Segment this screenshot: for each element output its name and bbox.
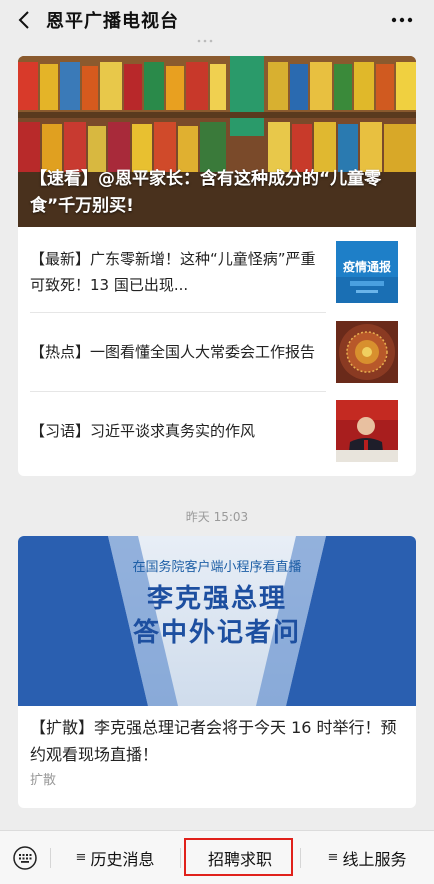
message-timestamp: 昨天 15:03 bbox=[185, 510, 249, 524]
article-item-title: 【热点】一图看懂全国人大常委会工作报告 bbox=[30, 343, 316, 361]
speaker-photo-thumbnail bbox=[336, 400, 398, 462]
menu-history-messages[interactable]: ≡ 历史消息 bbox=[50, 831, 180, 884]
more-icon[interactable] bbox=[390, 15, 414, 25]
menu-icon: ≡ bbox=[327, 850, 339, 865]
main-article[interactable]: 【速看】@恩平家长：含有这种成分的“儿童零食”千万别买! bbox=[18, 56, 416, 227]
top-bar: 恩平广播电视台 bbox=[0, 0, 434, 40]
back-icon[interactable] bbox=[13, 8, 37, 32]
article-item-title: 【最新】广东零新增！这种“儿童怪病”严重可致死！13 国已出现... bbox=[30, 250, 316, 294]
banner-headline-line: 答中外记者问 bbox=[132, 618, 301, 648]
banner-headline: 李克强总理 答中外记者问 bbox=[18, 582, 416, 650]
article-item[interactable]: 【最新】广东零新增！这种“儿童怪病”严重可致死！13 国已出现... 疫情通报 bbox=[30, 233, 416, 311]
menu-icon: ≡ bbox=[75, 850, 87, 865]
thumbnail-caption: 疫情通报 bbox=[343, 259, 391, 274]
article-item[interactable]: 【热点】一图看懂全国人大常委会工作报告 bbox=[30, 313, 416, 391]
live-stream-banner: 在国务院客户端小程序看直播 李克强总理 答中外记者问 bbox=[18, 536, 416, 706]
banner-subtitle: 在国务院客户端小程序看直播 bbox=[132, 560, 302, 575]
epidemic-report-thumbnail: 疫情通报 bbox=[336, 241, 398, 303]
menu-online-services[interactable]: ≡ 线上服务 bbox=[300, 831, 434, 884]
menu-label: 线上服务 bbox=[342, 849, 407, 869]
npc-hall-thumbnail bbox=[336, 321, 398, 383]
article-source: 扩散 bbox=[30, 773, 57, 788]
article-group-card: 【速看】@恩平家长：含有这种成分的“儿童零食”千万别买! 【最新】广东零新增！这… bbox=[18, 56, 416, 476]
article-item[interactable]: 【习语】习近平谈求真务实的作风 bbox=[30, 392, 416, 470]
article-card[interactable]: 在国务院客户端小程序看直播 李克强总理 答中外记者问 【扩散】李克强总理记者会将… bbox=[18, 536, 416, 808]
page-title: 恩平广播电视台 bbox=[46, 11, 179, 32]
loading-dots-icon bbox=[197, 39, 213, 43]
article-title: 【扩散】李克强总理记者会将于今天 16 时举行！预约观看现场直播！ bbox=[30, 718, 397, 764]
article-item-title: 【习语】习近平谈求真务实的作风 bbox=[30, 422, 256, 440]
keyboard-icon[interactable] bbox=[13, 846, 37, 870]
main-article-title: 【速看】@恩平家长：含有这种成分的“儿童零食”千万别买! bbox=[30, 169, 382, 216]
banner-headline-line: 李克强总理 bbox=[146, 584, 287, 614]
highlight-box bbox=[184, 838, 293, 876]
menu-label: 历史消息 bbox=[90, 849, 155, 869]
